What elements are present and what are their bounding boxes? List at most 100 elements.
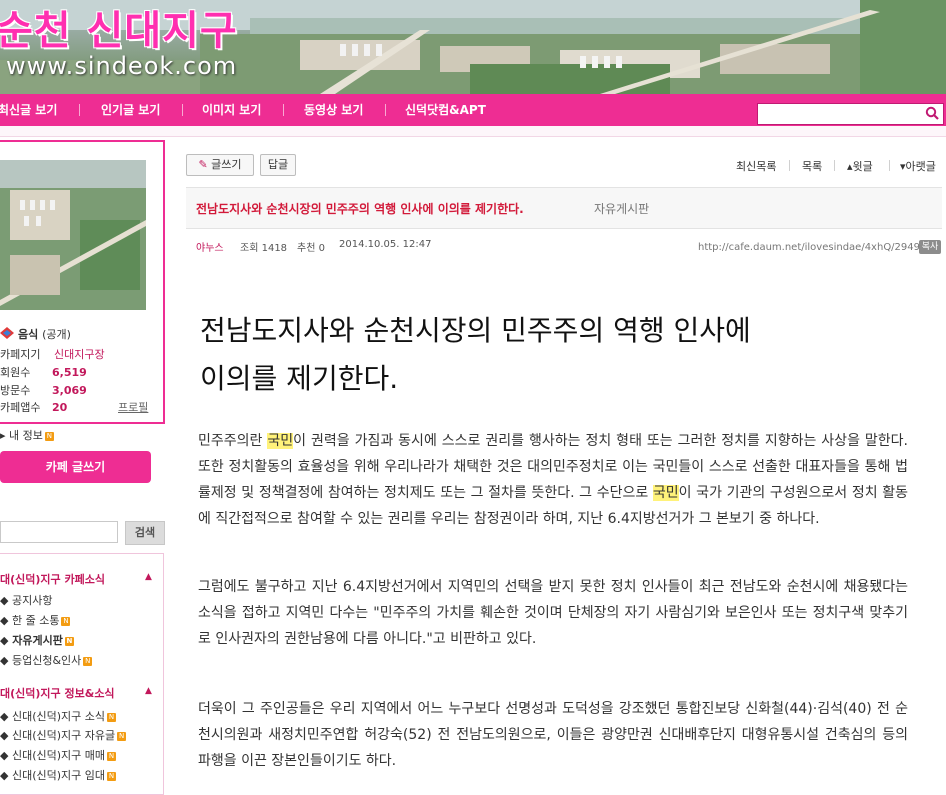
new-badge-icon: N <box>117 731 127 741</box>
menu-item-oneline[interactable]: ◆ 한 줄 소통 N <box>0 612 71 628</box>
cafe-type: (공개) <box>42 328 71 341</box>
members-label: 회원수 <box>0 366 31 379</box>
cafe-search-input[interactable] <box>0 521 118 543</box>
p1-text-a: 민주주의란 <box>198 433 268 449</box>
post-author[interactable]: 야누스 <box>196 239 224 254</box>
toolbar-separator <box>889 160 890 171</box>
nav-videos[interactable]: 동영상 보기 <box>304 101 363 118</box>
new-badge-icon: N <box>61 616 71 626</box>
pencil-icon: ✎ <box>198 158 208 171</box>
menu-item-label: 공지사항 <box>11 594 53 607</box>
menu-item-label: 등업신청&인사 <box>11 654 82 667</box>
nav-separator <box>79 104 80 116</box>
post-views: 조회 1418 <box>240 239 287 254</box>
bullet-icon: ◆ <box>0 729 12 742</box>
post-category[interactable]: 자유게시판 <box>594 200 649 217</box>
post-url[interactable]: http://cafe.daum.net/ilovesindae/4xhQ/29… <box>698 242 920 253</box>
site-url[interactable]: www.sindeok.com <box>6 52 237 80</box>
menu-item-rent[interactable]: ◆ 신대(신덕)지구 임대 N <box>0 767 117 783</box>
copy-url-button[interactable]: 복사 <box>919 240 941 254</box>
top-search-input[interactable] <box>757 103 944 125</box>
write-button-label: 글쓰기 <box>211 158 242 171</box>
bullet-icon: ◆ <box>0 594 12 607</box>
views-value: 1418 <box>261 243 288 254</box>
menu-item-label: 자유게시판 <box>12 634 63 647</box>
recommend-value: 0 <box>318 243 325 254</box>
caret-right-icon: ▸ <box>0 429 10 442</box>
menu-item-free-board[interactable]: ◆ 자유게시판 N <box>0 632 74 648</box>
menu-group-title[interactable]: 대(신덕)지구 카페소식 <box>0 571 105 587</box>
manager-value[interactable]: 신대지구장 <box>54 346 105 362</box>
views-label: 조회 <box>240 243 259 254</box>
menu-item-label: 신대(신덕)지구 소식 <box>11 710 106 723</box>
cafe-thumbnail[interactable] <box>0 160 146 310</box>
body-paragraph-1: 민주주의란 국민이 권력을 가짐과 동시에 스스로 권리를 행사하는 정치 형태… <box>198 428 908 532</box>
latest-list-link[interactable]: 최신목록 <box>736 158 776 174</box>
visitors-label: 방문수 <box>0 384 31 397</box>
reply-button[interactable]: 답글 <box>260 154 296 176</box>
menu-item-notice[interactable]: ◆ 공지사항 <box>0 592 52 608</box>
apps-label: 카페앱수 <box>0 401 41 414</box>
prev-post-link[interactable]: ▴윗글 <box>847 158 873 174</box>
search-icon[interactable] <box>925 106 939 120</box>
new-badge-icon: N <box>44 431 54 441</box>
bullet-icon: ◆ <box>0 634 13 647</box>
manager-label: 카페지기 <box>0 348 41 361</box>
bullet-icon: ◆ <box>0 749 12 762</box>
write-button[interactable]: ✎ 글쓰기 <box>186 154 254 176</box>
new-badge-icon: N <box>107 751 117 761</box>
author-name: 야누스 <box>196 243 224 254</box>
site-banner: 순천 신대지구 www.sindeok.com <box>0 0 946 94</box>
nav-images[interactable]: 이미지 보기 <box>202 101 261 118</box>
apps-value: 20 <box>52 401 68 414</box>
list-link[interactable]: 목록 <box>802 158 822 174</box>
collapse-arrow-icon[interactable]: ▲ <box>145 572 152 582</box>
body-paragraph-2: 그럼에도 불구하고 지난 6.4지방선거에서 지역민의 선택을 받지 못한 정치… <box>198 579 908 647</box>
bullet-icon: ◆ <box>0 654 12 667</box>
new-badge-icon: N <box>64 636 74 646</box>
post-date: 2014.10.05. 12:47 <box>339 239 432 250</box>
menu-group-title[interactable]: 대(신덕)지구 정보&소식 <box>0 685 115 701</box>
sub-nav-strip <box>0 126 946 137</box>
new-badge-icon: N <box>83 656 93 666</box>
bullet-icon: ◆ <box>0 769 12 782</box>
post-title: 전남도지사와 순천시장의 민주주의 역행 인사에 이의를 제기한다. <box>196 202 524 216</box>
cafe-name: 음식 (공개) <box>18 326 71 342</box>
cafe-search-button[interactable]: 검색 <box>125 521 165 545</box>
highlighted-word: 국민 <box>267 433 294 449</box>
nav-latest-posts[interactable]: 최신글 보기 <box>0 101 57 118</box>
cafe-menu: 대(신덕)지구 카페소식 ▲ ◆ 공지사항 ◆ 한 줄 소통 N ◆ 자유게시판 N… <box>0 553 164 795</box>
cafe-name-text: 음식 <box>18 328 39 341</box>
post-recommend: 추천 0 <box>297 239 325 254</box>
profile-link[interactable]: 프로필 <box>118 399 148 415</box>
my-info-toggle[interactable]: ▸ 내 정보 N <box>0 427 54 443</box>
post-headline: 전남도지사와 순천시장의 민주주의 역행 인사에 이의를 제기한다. <box>200 307 920 403</box>
toolbar-separator <box>789 160 790 171</box>
nav-separator <box>283 104 284 116</box>
menu-item-sale[interactable]: ◆ 신대(신덕)지구 매매 N <box>0 747 117 763</box>
nav-separator <box>182 104 183 116</box>
toolbar-separator <box>834 160 835 171</box>
nav-sindeok-apt[interactable]: 신덕닷컴&APT <box>405 101 486 118</box>
nav-separator <box>385 104 386 116</box>
menu-item-greeting[interactable]: ◆ 등업신청&인사 N <box>0 652 93 668</box>
my-info-label: 내 정보 <box>9 429 43 442</box>
cafe-grade-icon <box>0 327 14 339</box>
members-value: 6,519 <box>52 366 87 379</box>
new-badge-icon: N <box>107 771 117 781</box>
headline-line-2: 이의를 제기한다. <box>200 362 399 395</box>
new-badge-icon: N <box>107 712 117 722</box>
bullet-icon: ◆ <box>0 710 12 723</box>
site-title[interactable]: 순천 신대지구 <box>0 0 238 56</box>
body-paragraph-3: 더욱이 그 주인공들은 우리 지역에서 어느 누구보다 선명성과 도덕성을 강조… <box>198 701 908 769</box>
menu-item-news[interactable]: ◆ 신대(신덕)지구 소식 N <box>0 708 117 724</box>
menu-item-free[interactable]: ◆ 신대(신덕)지구 자유글 N <box>0 727 127 743</box>
collapse-arrow-icon[interactable]: ▲ <box>145 686 152 696</box>
bullet-icon: ◆ <box>0 614 12 627</box>
highlighted-word: 국민 <box>652 485 679 501</box>
menu-item-label: 신대(신덕)지구 매매 <box>11 749 106 762</box>
next-post-link[interactable]: ▾아랫글 <box>900 158 936 174</box>
cafe-write-button[interactable]: 카페 글쓰기 <box>0 451 151 483</box>
recommend-label: 추천 <box>297 243 316 254</box>
nav-popular-posts[interactable]: 인기글 보기 <box>101 101 160 118</box>
